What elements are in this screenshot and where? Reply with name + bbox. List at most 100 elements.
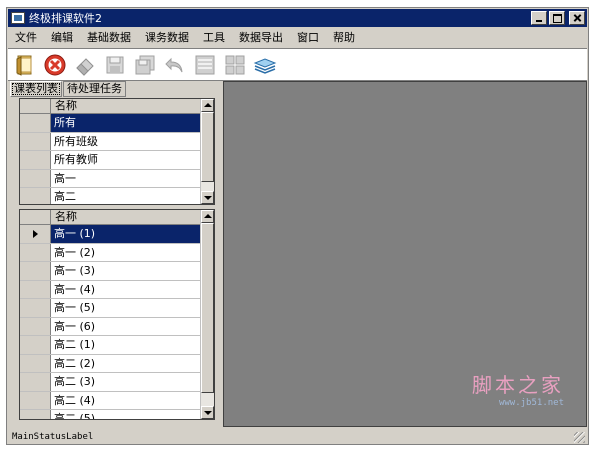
row-selector[interactable]: [20, 373, 51, 391]
class-grid: 名称 高一 (1) 高一 (2) 高一 (3) 高一 (4) 高一 (5) 高一…: [19, 209, 215, 420]
save-all-button[interactable]: [132, 52, 158, 78]
table-row[interactable]: 高一: [20, 169, 214, 188]
table-cell[interactable]: 高二 (3): [51, 373, 214, 391]
tab-schedule-list[interactable]: 课表列表: [10, 81, 62, 97]
table-cell[interactable]: 高一 (4): [51, 281, 214, 299]
watermark-text: 脚本之家: [472, 373, 564, 397]
column-header-name[interactable]: 名称: [51, 210, 214, 224]
table-row[interactable]: 所有教师: [20, 151, 214, 170]
table-row[interactable]: 高一 (3): [20, 262, 214, 281]
app-window: 终极排课软件2 文件 编辑 基础数据 课务数据 工具 数据导出 窗口 帮助 课表…: [6, 7, 589, 445]
menu-window[interactable]: 窗口: [290, 28, 326, 47]
list-view-icon: [195, 55, 215, 74]
table-cell[interactable]: 高一 (6): [51, 318, 214, 336]
stop-button[interactable]: [42, 52, 68, 78]
undo-button[interactable]: [162, 52, 188, 78]
menu-basic-data[interactable]: 基础数据: [80, 28, 138, 47]
table-cell[interactable]: 高一 (5): [51, 299, 214, 317]
maximize-button[interactable]: [549, 11, 565, 25]
menu-file[interactable]: 文件: [8, 28, 44, 47]
grid-header: 名称: [20, 99, 214, 114]
table-row[interactable]: 高二 (5): [20, 410, 214, 419]
row-selector[interactable]: [20, 151, 51, 169]
table-row[interactable]: 高一 (2): [20, 243, 214, 262]
scroll-down-button[interactable]: [201, 406, 214, 419]
table-cell[interactable]: 高二 (1): [51, 336, 214, 354]
row-selector[interactable]: [20, 391, 51, 409]
save-button[interactable]: [102, 52, 128, 78]
resize-grip[interactable]: [574, 432, 585, 443]
row-selector[interactable]: [20, 317, 51, 335]
table-row[interactable]: 所有班级: [20, 132, 214, 151]
status-bar: MainStatusLabel: [8, 429, 587, 444]
row-selector[interactable]: [20, 114, 51, 132]
vertical-scrollbar[interactable]: [200, 99, 214, 204]
table-cell[interactable]: 高一 (2): [51, 244, 214, 262]
scroll-up-button[interactable]: [201, 99, 214, 112]
row-selector[interactable]: [20, 132, 51, 150]
row-selector[interactable]: [20, 299, 51, 317]
eraser-icon: [76, 57, 94, 76]
table-cell[interactable]: 高二 (2): [51, 355, 214, 373]
table-row[interactable]: 高二 (1): [20, 336, 214, 355]
row-selector[interactable]: [20, 169, 51, 187]
table-row[interactable]: 高二 (2): [20, 354, 214, 373]
scroll-thumb[interactable]: [201, 223, 214, 393]
table-row[interactable]: 高二 (3): [20, 373, 214, 392]
menu-tools[interactable]: 工具: [196, 28, 232, 47]
table-row[interactable]: 高一 (1): [20, 225, 214, 244]
scroll-up-button[interactable]: [201, 210, 214, 223]
list-view-button[interactable]: [192, 52, 218, 78]
status-label: MainStatusLabel: [12, 431, 94, 442]
table-cell[interactable]: 高二: [51, 188, 214, 204]
clear-button[interactable]: [72, 52, 98, 78]
scroll-thumb[interactable]: [201, 112, 214, 182]
close-button[interactable]: [569, 11, 585, 25]
menu-data-export[interactable]: 数据导出: [232, 28, 290, 47]
grid-header: 名称: [20, 210, 214, 225]
row-selector[interactable]: [20, 354, 51, 372]
scroll-down-button[interactable]: [201, 191, 214, 204]
table-row[interactable]: 高一 (4): [20, 280, 214, 299]
row-selector[interactable]: [20, 225, 51, 243]
row-selector-header: [20, 210, 51, 224]
table-row[interactable]: 高二 (4): [20, 391, 214, 410]
category-grid: 名称 所有 所有班级 所有教师 高一 高二: [19, 98, 215, 205]
table-cell[interactable]: 高二 (4): [51, 392, 214, 410]
table-cell[interactable]: 高一 (3): [51, 262, 214, 280]
tab-pending-tasks[interactable]: 待处理任务: [63, 81, 126, 97]
layers-icon: [253, 57, 277, 74]
table-cell[interactable]: 高一 (1): [51, 225, 214, 243]
table-cell[interactable]: 所有教师: [51, 151, 214, 169]
tab-bar: 课表列表 待处理任务: [10, 81, 127, 97]
row-selector[interactable]: [20, 262, 51, 280]
title-bar[interactable]: 终极排课软件2: [8, 9, 587, 27]
table-row[interactable]: 高一 (5): [20, 299, 214, 318]
row-selector[interactable]: [20, 188, 51, 204]
layers-button[interactable]: [252, 52, 278, 78]
watermark: 脚本之家 www.jb51.net: [472, 369, 564, 408]
table-row[interactable]: 高二: [20, 188, 214, 204]
row-selector[interactable]: [20, 280, 51, 298]
menu-edit[interactable]: 编辑: [44, 28, 80, 47]
menu-help[interactable]: 帮助: [326, 28, 362, 47]
table-cell[interactable]: 高一: [51, 170, 214, 188]
row-selector[interactable]: [20, 410, 51, 419]
table-cell[interactable]: 所有班级: [51, 133, 214, 151]
column-header-name[interactable]: 名称: [51, 99, 214, 113]
open-button[interactable]: [12, 52, 38, 78]
table-cell[interactable]: 高二 (5): [51, 410, 214, 419]
open-book-icon: [16, 55, 32, 76]
table-row[interactable]: 高一 (6): [20, 317, 214, 336]
row-selector[interactable]: [20, 243, 51, 261]
stop-icon: [44, 54, 66, 75]
vertical-scrollbar[interactable]: [200, 210, 214, 419]
toolbar: [8, 48, 587, 81]
table-row[interactable]: 所有: [20, 114, 214, 133]
table-cell[interactable]: 所有: [51, 114, 214, 132]
menu-course-data[interactable]: 课务数据: [138, 28, 196, 47]
row-selector[interactable]: [20, 336, 51, 354]
minimize-button[interactable]: [531, 11, 547, 25]
grid-view-button[interactable]: [222, 52, 248, 78]
app-icon[interactable]: [11, 12, 25, 24]
